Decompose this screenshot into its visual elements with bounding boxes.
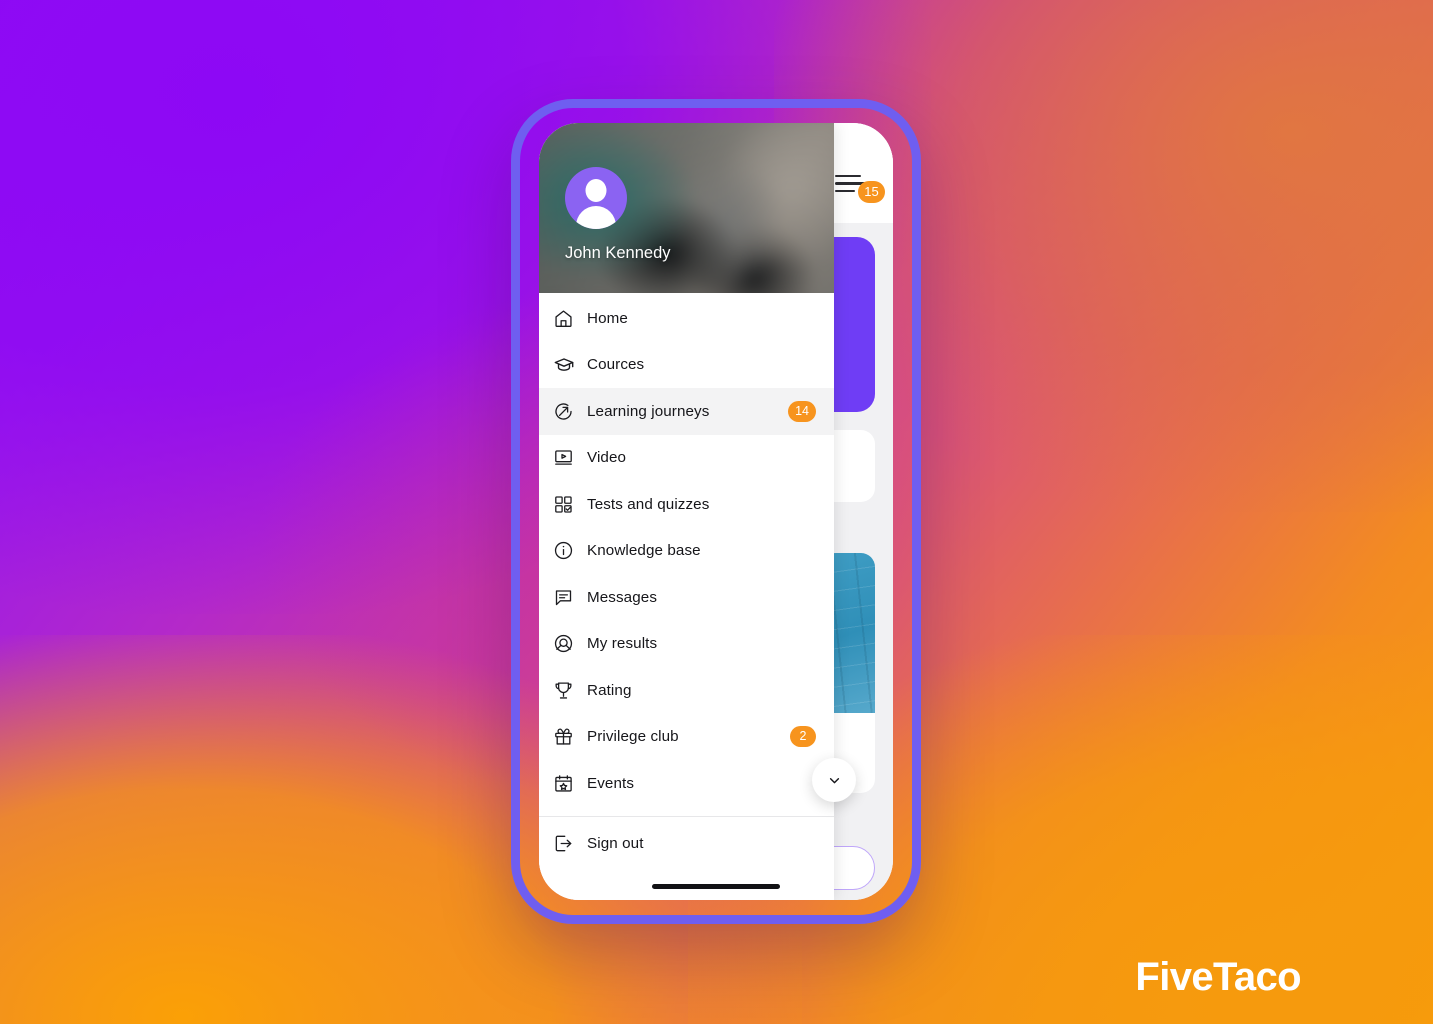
sidebar-item-label: Tests and quizzes xyxy=(587,495,710,513)
sidebar-item-sign-out[interactable]: Sign out xyxy=(539,821,834,868)
sidebar-item-label: Privilege club xyxy=(587,728,679,746)
home-icon xyxy=(553,308,587,329)
avatar[interactable] xyxy=(565,167,627,229)
brand-logo: FiveTaco xyxy=(1135,955,1301,999)
poster-canvas: 15 3 in r xyxy=(0,0,1433,1024)
sidebar-item-label: Knowledge base xyxy=(587,542,701,560)
sidebar-item-label: Learning journeys xyxy=(587,402,710,420)
sidebar-item-label: Sign out xyxy=(587,835,644,853)
signout-section: Sign out xyxy=(539,821,834,872)
sidebar-item-home[interactable]: Home xyxy=(539,295,834,342)
home-indicator xyxy=(652,884,780,889)
sidebar-item-label: Video xyxy=(587,449,627,467)
sidebar-item-label: Home xyxy=(587,309,628,327)
trophy-icon xyxy=(553,680,587,701)
logout-icon xyxy=(553,833,587,854)
sidebar-item-events[interactable]: Events xyxy=(539,760,834,807)
sidebar-item-rating[interactable]: Rating xyxy=(539,667,834,714)
gift-icon xyxy=(553,726,587,747)
chat-bubble-icon xyxy=(553,587,587,608)
chevron-down-icon[interactable] xyxy=(812,758,856,802)
sidebar-item-learning-journeys[interactable]: Learning journeys 14 xyxy=(539,388,834,435)
arrow-path-icon xyxy=(553,401,587,422)
sidebar-item-messages[interactable]: Messages xyxy=(539,574,834,621)
sidebar-item-tests-and-quizzes[interactable]: Tests and quizzes xyxy=(539,481,834,528)
sidebar-item-video[interactable]: Video xyxy=(539,435,834,482)
calendar-star-icon xyxy=(553,773,587,794)
sidebar-item-privilege-club[interactable]: Privilege club 2 xyxy=(539,714,834,761)
sidebar-item-badge: 14 xyxy=(788,400,816,422)
drawer-header: John Kennedy xyxy=(539,123,834,293)
donut-chart-icon xyxy=(553,633,587,654)
sidebar-item-badge: 2 xyxy=(790,726,816,748)
graduation-cap-icon xyxy=(553,354,587,376)
drawer-menu-list: Home Cources Learning journeys 14 Video … xyxy=(539,293,834,900)
sidebar-item-cources[interactable]: Cources xyxy=(539,342,834,389)
sidebar-item-label: Cources xyxy=(587,356,645,374)
user-name: John Kennedy xyxy=(565,244,671,262)
info-circle-icon xyxy=(553,540,587,561)
video-player-icon xyxy=(553,447,587,468)
navigation-drawer: John Kennedy Home Cources Learning journ… xyxy=(539,123,856,900)
sidebar-item-label: Events xyxy=(587,774,635,792)
sidebar-item-my-results[interactable]: My results xyxy=(539,621,834,668)
sidebar-item-label: My results xyxy=(587,635,658,653)
sidebar-item-knowledge-base[interactable]: Knowledge base xyxy=(539,528,834,575)
sidebar-item-label: Messages xyxy=(587,588,658,606)
avatar-body-shape xyxy=(576,206,616,229)
drawer-divider xyxy=(539,815,834,817)
avatar-head-shape xyxy=(585,179,607,202)
grid-check-icon xyxy=(553,494,587,515)
sidebar-item-label: Rating xyxy=(587,681,632,699)
